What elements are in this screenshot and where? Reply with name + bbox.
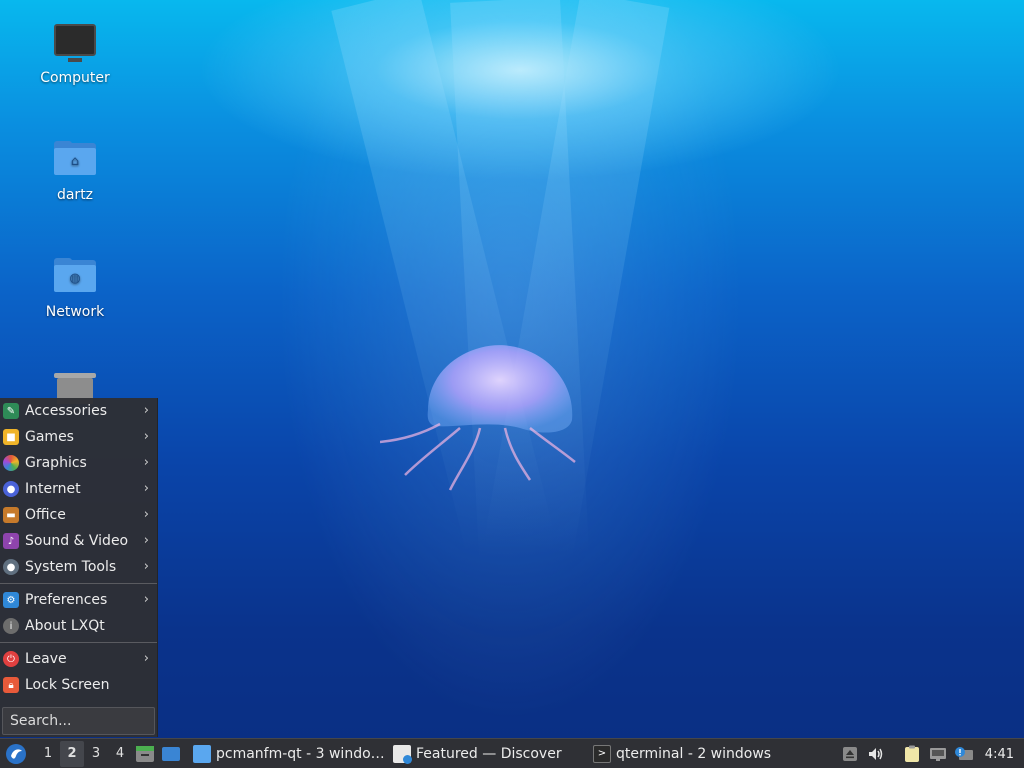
lxqt-logo-icon	[6, 743, 26, 764]
desktop-icon-label: dartz	[56, 187, 94, 203]
taskbar: 1 2 3 4 pcmanfm-qt - 3 windo… Featured —…	[0, 738, 1024, 768]
file-manager-icon	[136, 745, 154, 762]
menu-item-label: Leave	[25, 651, 67, 667]
graphics-icon	[3, 455, 19, 471]
menu-item-label: Graphics	[25, 455, 87, 471]
menu-item-label: Accessories	[25, 403, 108, 419]
clock[interactable]: 4:41	[977, 747, 1024, 762]
menu-item-label: About LXQt	[25, 618, 105, 634]
games-icon: ■	[3, 429, 19, 445]
desktop-icon-dartz[interactable]: ⌂ dartz	[20, 141, 130, 203]
sound-video-icon: ♪	[3, 533, 19, 549]
menu-search-input[interactable]	[2, 707, 155, 735]
system-tools-icon: ●	[3, 559, 19, 575]
desktop-switch-4[interactable]: 4	[108, 741, 132, 767]
chevron-right-icon: ›	[143, 507, 149, 522]
menu-item-sound-video[interactable]: ♪ Sound & Video ›	[0, 528, 157, 554]
chevron-right-icon: ›	[143, 559, 149, 574]
menu-item-graphics[interactable]: Graphics ›	[0, 450, 157, 476]
system-tray: 4:41	[837, 739, 1024, 768]
internet-icon: ●	[3, 481, 19, 497]
menu-separator	[0, 642, 157, 643]
application-menu: ✎ Accessories › ■ Games › Graphics › ● I…	[0, 398, 158, 737]
menu-item-label: Internet	[25, 481, 81, 497]
show-desktop-icon	[162, 746, 180, 761]
lock-icon: 🔒︎	[3, 677, 19, 693]
accessories-icon: ✎	[3, 403, 19, 419]
tray-clipboard-icon[interactable]	[901, 743, 923, 765]
menu-item-label: Office	[25, 507, 66, 523]
tray-eject-icon[interactable]	[839, 743, 861, 765]
start-menu-button[interactable]	[2, 740, 30, 768]
quicklaunch-show-desktop[interactable]	[158, 741, 184, 767]
desktop-icon-computer[interactable]: Computer	[20, 24, 130, 86]
menu-item-label: Lock Screen	[25, 677, 110, 693]
task-discover[interactable]: Featured — Discover	[390, 740, 590, 768]
desktop-icon-label: Computer	[40, 70, 110, 86]
computer-icon	[54, 24, 96, 62]
chevron-right-icon: ›	[143, 455, 149, 470]
task-label: Featured — Discover	[416, 745, 562, 762]
menu-item-games[interactable]: ■ Games ›	[0, 424, 157, 450]
chevron-right-icon: ›	[143, 651, 149, 666]
desktop-switch-2[interactable]: 2	[60, 740, 84, 767]
task-label: pcmanfm-qt - 3 windo…	[216, 745, 385, 762]
chevron-right-icon: ›	[143, 403, 149, 418]
task-qterminal[interactable]: > qterminal - 2 windows	[590, 740, 780, 768]
menu-separator	[0, 583, 157, 584]
preferences-icon: ⚙	[3, 592, 19, 608]
menu-item-label: Sound & Video	[25, 533, 129, 549]
tray-volume-icon[interactable]	[865, 743, 887, 765]
folder-icon	[193, 744, 211, 763]
menu-item-accessories[interactable]: ✎ Accessories ›	[0, 398, 157, 424]
desktop-icon-network[interactable]: ◍ Network	[20, 258, 130, 320]
jellyfish-wallpaper	[380, 345, 576, 491]
menu-item-internet[interactable]: ● Internet ›	[0, 476, 157, 502]
task-pcmanfm-qt[interactable]: pcmanfm-qt - 3 windo…	[190, 740, 390, 768]
chevron-right-icon: ›	[143, 429, 149, 444]
network-folder-icon: ◍	[54, 258, 96, 292]
chevron-right-icon: ›	[143, 481, 149, 496]
menu-item-about-lxqt[interactable]: i About LXQt	[0, 613, 157, 639]
tray-notification-icon[interactable]	[953, 743, 975, 765]
menu-item-label: Preferences	[25, 592, 108, 608]
desktop-icon-label: Network	[45, 304, 105, 320]
menu-item-preferences[interactable]: ⚙ Preferences ›	[0, 587, 157, 613]
home-folder-icon: ⌂	[54, 141, 96, 175]
info-icon: i	[3, 618, 19, 634]
desktop-switch-3[interactable]: 3	[84, 741, 108, 767]
discover-icon	[393, 744, 412, 764]
tray-network-icon[interactable]	[927, 743, 949, 765]
menu-item-office[interactable]: ▬ Office ›	[0, 502, 157, 528]
power-icon: ⏻	[3, 651, 19, 667]
quicklaunch-file-manager[interactable]	[132, 741, 158, 767]
menu-item-system-tools[interactable]: ● System Tools ›	[0, 554, 157, 580]
menu-item-label: Games	[25, 429, 74, 445]
terminal-icon: >	[593, 744, 611, 763]
menu-item-lock-screen[interactable]: 🔒︎ Lock Screen	[0, 672, 157, 698]
chevron-right-icon: ›	[143, 533, 149, 548]
task-label: qterminal - 2 windows	[616, 745, 772, 762]
menu-item-label: System Tools	[25, 559, 117, 575]
chevron-right-icon: ›	[143, 592, 149, 607]
office-icon: ▬	[3, 507, 19, 523]
menu-item-leave[interactable]: ⏻ Leave ›	[0, 646, 157, 672]
desktop-switch-1[interactable]: 1	[36, 741, 60, 767]
